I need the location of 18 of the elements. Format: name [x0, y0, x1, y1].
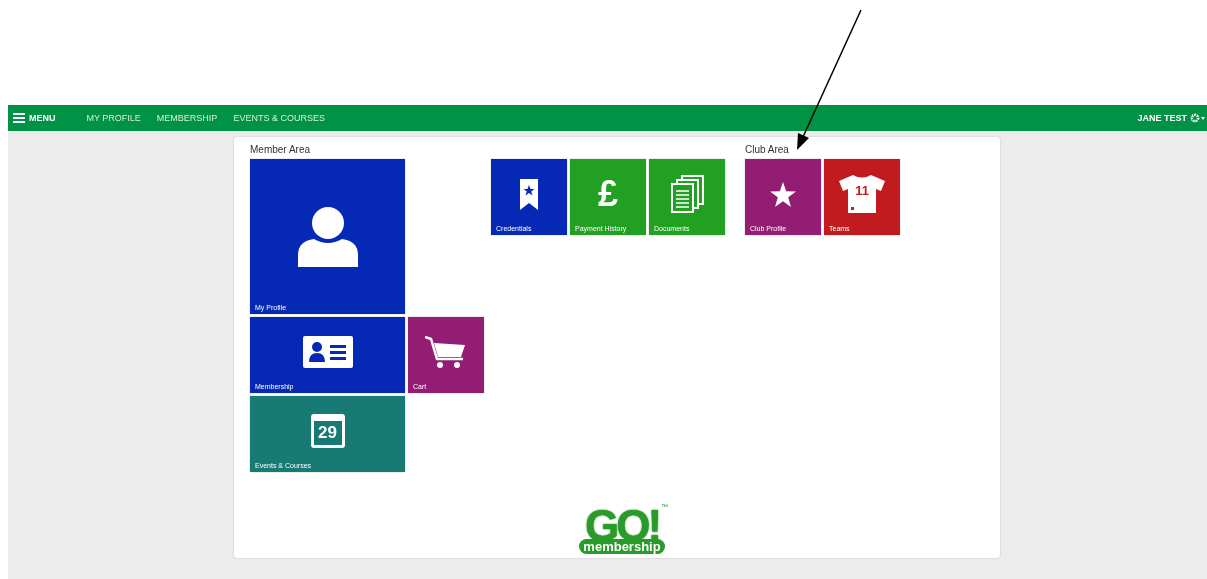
- settings-icon[interactable]: [1190, 113, 1206, 123]
- menu-icon: [13, 113, 25, 123]
- bookmark-icon: [520, 178, 538, 210]
- section-heading: Member Area: [250, 144, 312, 157]
- nav-link[interactable]: MEMBERSHIP: [156, 113, 218, 123]
- cart-icon: [425, 335, 467, 369]
- section-heading: Club Area: [745, 144, 790, 157]
- menu-button[interactable]: MENU: [13, 113, 56, 123]
- star-icon: [770, 181, 796, 207]
- person-icon: [295, 204, 360, 269]
- id-card-icon: [302, 336, 353, 368]
- nav-link[interactable]: EVENTS & COURSES: [233, 113, 325, 123]
- shirt-icon: 11: [839, 175, 885, 213]
- pound-sign-icon: £: [598, 176, 618, 212]
- documents-icon: [670, 175, 704, 213]
- user-menu[interactable]: JANE TEST: [1137, 113, 1187, 123]
- nav-link[interactable]: MY PROFILE: [86, 113, 141, 123]
- calendar-icon: 29: [310, 414, 345, 448]
